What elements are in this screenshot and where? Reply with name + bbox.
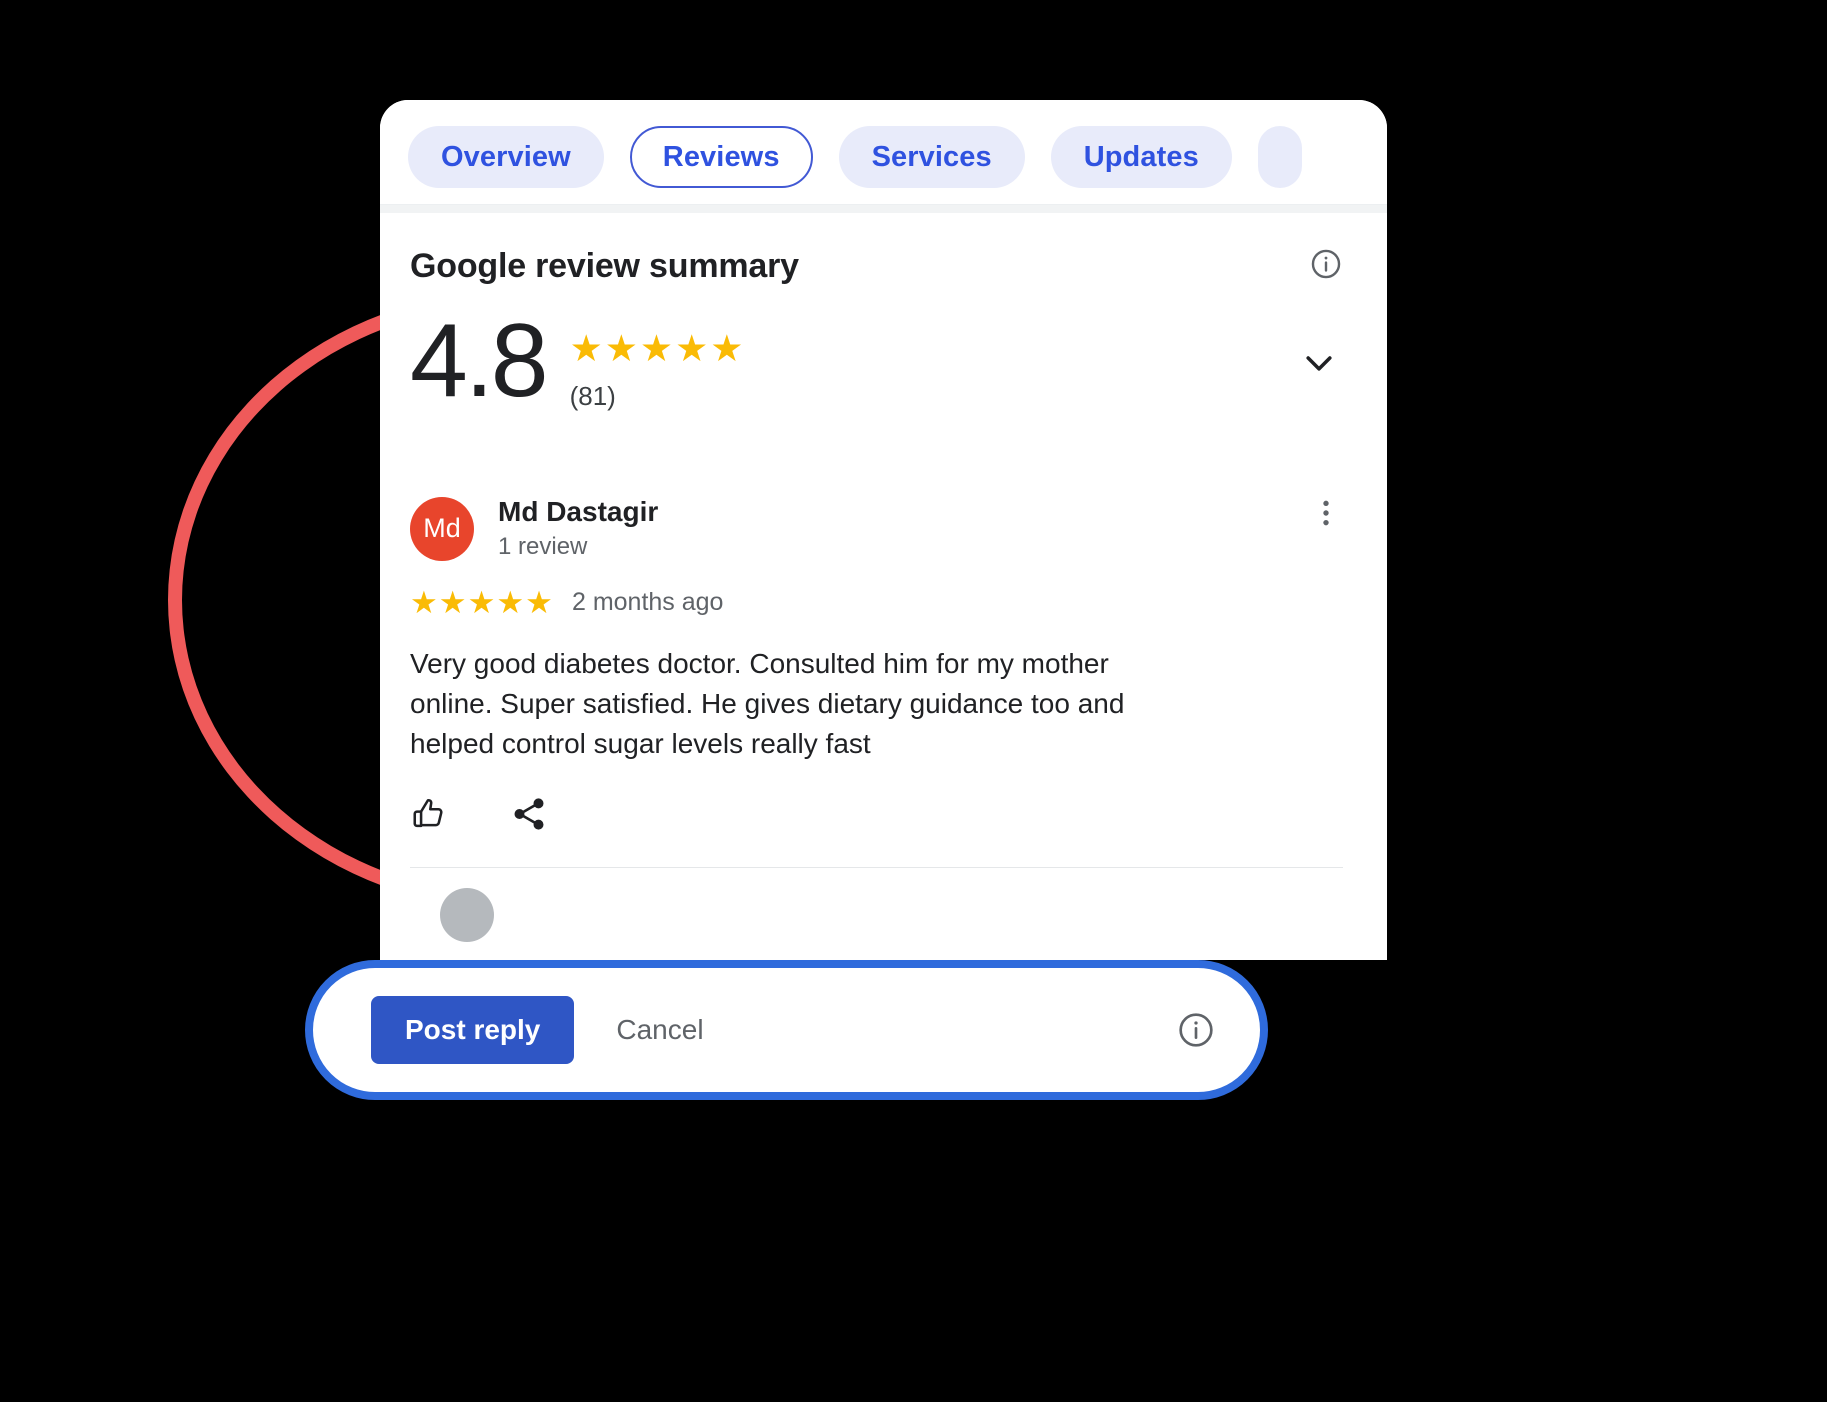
tab-services-label: Services	[871, 140, 992, 173]
reviewer-text-block: Md Dastagir 1 review	[498, 496, 658, 561]
share-icon[interactable]	[510, 795, 548, 833]
tab-reviews[interactable]: Reviews	[629, 126, 813, 188]
reply-action-bar: Post reply Cancel	[305, 960, 1268, 1100]
info-circle-icon[interactable]	[1176, 1010, 1216, 1050]
tab-overview[interactable]: Overview	[408, 126, 604, 188]
review-summary-header: Google review summary	[410, 247, 1343, 286]
rating-stars: ★★★★★	[569, 328, 746, 369]
rating-count: (81)	[569, 381, 616, 411]
tab-bar: Overview Reviews Services Updates	[380, 100, 1387, 204]
review-panel-card: Overview Reviews Services Updates Google…	[380, 100, 1387, 960]
tab-updates-label: Updates	[1083, 140, 1199, 173]
review-summary-section: Google review summary 4.8 ★★★★★ (81)	[380, 213, 1387, 419]
review-header: Md Md Dastagir 1 review	[410, 496, 1343, 561]
reviewer-name: Md Dastagir	[498, 496, 659, 527]
tab-services[interactable]: Services	[838, 126, 1025, 188]
more-vert-icon[interactable]	[1309, 496, 1343, 530]
thumb-up-icon[interactable]	[410, 795, 448, 833]
tab-divider	[380, 204, 1387, 213]
tab-overview-label: Overview	[441, 140, 571, 173]
rating-row: 4.8 ★★★★★ (81)	[410, 303, 1343, 419]
rating-detail: ★★★★★ (81)	[570, 314, 746, 412]
review-stars: ★★★★★	[410, 585, 554, 620]
tab-reviews-label: Reviews	[662, 140, 780, 173]
post-reply-button[interactable]: Post reply	[371, 996, 575, 1064]
review-action-bar	[410, 795, 1343, 869]
reviewer-info: Md Md Dastagir 1 review	[410, 496, 658, 561]
rating-value: 4.8	[410, 303, 549, 419]
review-rating-row: ★★★★★ 2 months ago	[410, 587, 1343, 618]
rating-group: 4.8 ★★★★★ (81)	[410, 303, 746, 419]
reviewer-review-count: 1 review	[498, 533, 588, 560]
page-title: Google review summary	[410, 247, 799, 285]
cancel-button[interactable]: Cancel	[610, 1013, 709, 1047]
review-date: 2 months ago	[571, 588, 724, 616]
review-text: Very good diabetes doctor. Consulted him…	[410, 648, 1125, 759]
next-review-peek	[410, 868, 1343, 943]
tab-overflow-partial[interactable]	[1257, 126, 1302, 188]
review-item: Md Md Dastagir 1 review ★★★★★ 2 months a…	[380, 412, 1387, 943]
avatar: Md	[410, 496, 474, 561]
avatar	[440, 888, 494, 943]
info-circle-icon[interactable]	[1309, 247, 1343, 281]
tab-updates[interactable]: Updates	[1050, 126, 1232, 188]
chevron-down-icon[interactable]	[1299, 343, 1339, 383]
